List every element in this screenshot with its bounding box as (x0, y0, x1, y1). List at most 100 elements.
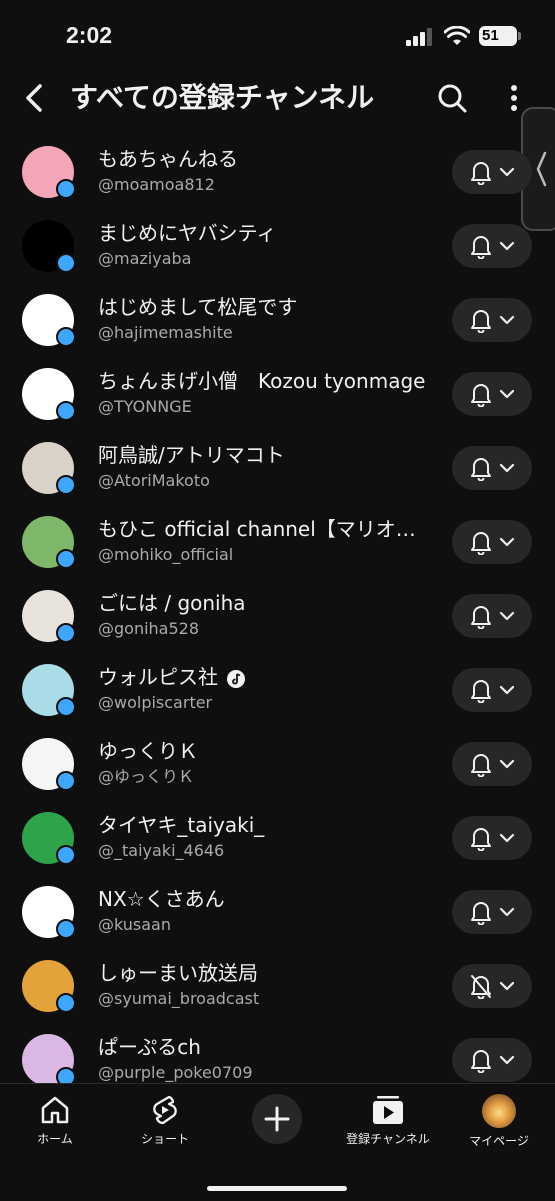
notification-bell-button[interactable] (452, 816, 532, 860)
bell-icon (471, 754, 491, 777)
channel-name: タイヤキ_taiyaki_ (98, 812, 428, 838)
nav-shorts[interactable]: ショート (115, 1094, 215, 1147)
bell-icon (471, 458, 491, 481)
channel-name-text: NX☆くさあん (98, 887, 225, 911)
new-content-badge (56, 179, 76, 199)
notification-bell-button[interactable] (452, 298, 532, 342)
channel-row[interactable]: ちょんまげ小僧 Kozou tyonmage @TYONNGE (0, 356, 555, 430)
chevron-down-icon (499, 537, 515, 547)
channel-name: ちょんまげ小僧 Kozou tyonmage (98, 368, 428, 394)
channel-handle: @goniha528 (98, 619, 200, 638)
nav-mypage-label: マイページ (469, 1134, 529, 1148)
more-vertical-icon (511, 85, 517, 111)
bell-icon (471, 532, 491, 555)
channel-name-text: ぱーぷるch (98, 1035, 201, 1059)
channel-list: もあちゃんねる @moamoa812 まじめにヤバシティ @maziyaba はじめまし… (0, 134, 555, 1096)
channel-handle: @maziyaba (98, 249, 192, 268)
channel-row[interactable]: ゆっくりＫ @ゆっくりＫ (0, 726, 555, 800)
bell-icon (471, 680, 491, 703)
chevron-down-icon (499, 389, 515, 399)
channel-row[interactable]: ウォルピス社 @wolpiscarter (0, 652, 555, 726)
notification-bell-button[interactable] (452, 668, 532, 712)
channel-name-text: もひこ official channel【マリオメーカー】 (98, 517, 428, 541)
channel-name-text: しゅーまい放送局 (98, 961, 258, 985)
channel-name: もあちゃんねる (98, 146, 428, 172)
channel-name: しゅーまい放送局 (98, 960, 428, 986)
notification-bell-button[interactable] (452, 520, 532, 564)
wifi-icon (444, 26, 470, 45)
new-content-badge (56, 697, 76, 717)
channel-row[interactable]: NX☆くさあん @kusaan (0, 874, 555, 948)
notification-bell-button[interactable] (452, 890, 532, 934)
notification-bell-button[interactable] (452, 150, 532, 194)
chevron-down-icon (499, 167, 515, 177)
channel-name-text: ウォルピス社 (98, 665, 218, 689)
channel-row[interactable]: はじめまして松尾です @hajimemashite (0, 282, 555, 356)
channel-name: はじめまして松尾です (98, 294, 428, 320)
nav-subscriptions[interactable]: 登録チャンネル (338, 1094, 438, 1147)
new-content-badge (56, 327, 76, 347)
channel-name-text: ちょんまげ小僧 Kozou tyonmage (98, 369, 426, 393)
chevron-down-icon (499, 463, 515, 473)
notification-bell-button[interactable] (452, 964, 532, 1008)
bell-icon (471, 162, 491, 185)
new-content-badge (56, 253, 76, 273)
top-app-bar: すべての登録チャンネル (0, 74, 555, 120)
chevron-down-icon (499, 315, 515, 325)
notification-bell-button[interactable] (452, 594, 532, 638)
notification-bell-button[interactable] (452, 446, 532, 490)
channel-row[interactable]: 阿鳥誠/アトリマコト @AtoriMakoto (0, 430, 555, 504)
channel-name-text: はじめまして松尾です (98, 295, 298, 319)
home-indicator (207, 1186, 347, 1191)
create-button[interactable] (252, 1094, 302, 1144)
subscriptions-icon (373, 1096, 403, 1124)
bell-icon (471, 236, 491, 259)
channel-row[interactable]: ごには / goniha @goniha528 (0, 578, 555, 652)
nav-mypage[interactable]: マイページ (449, 1094, 549, 1149)
chevron-down-icon (499, 907, 515, 917)
channel-handle: @wolpiscarter (98, 693, 213, 712)
bell-icon (471, 1050, 491, 1073)
channel-handle: @ゆっくりＫ (98, 767, 195, 786)
new-content-badge (56, 919, 76, 939)
new-content-badge (56, 993, 76, 1013)
notification-bell-button[interactable] (452, 742, 532, 786)
bell-icon (471, 606, 491, 629)
channel-name: まじめにヤバシティ (98, 220, 428, 246)
new-content-badge (56, 771, 76, 791)
channel-name-text: まじめにヤバシティ (98, 221, 277, 245)
channel-row[interactable]: もあちゃんねる @moamoa812 (0, 134, 555, 208)
channel-handle: @syumai_broadcast (98, 989, 260, 1008)
nav-subscriptions-label: 登録チャンネル (346, 1132, 430, 1146)
channel-name: もひこ official channel【マリオメーカー】 (98, 516, 428, 542)
channel-name: ぱーぷるch (98, 1034, 428, 1060)
channel-row[interactable]: タイヤキ_taiyaki_ @_taiyaki_4646 (0, 800, 555, 874)
channel-name-text: ゆっくりＫ (98, 739, 198, 763)
channel-handle: @TYONNGE (98, 397, 192, 416)
page-title: すべての登録チャンネル (70, 81, 375, 114)
channel-handle: @moamoa812 (98, 175, 215, 194)
bottom-navigation: ホーム ショート 登録チャンネル マイページ (0, 1083, 555, 1201)
channel-name: ごには / goniha (98, 590, 428, 616)
new-content-badge (56, 401, 76, 421)
channel-name: 阿鳥誠/アトリマコト (98, 442, 428, 468)
search-button[interactable] (432, 78, 472, 118)
nav-home-label: ホーム (37, 1132, 73, 1146)
nav-home[interactable]: ホーム (5, 1094, 105, 1147)
channel-row[interactable]: まじめにヤバシティ @maziyaba (0, 208, 555, 282)
channel-name-text: 阿鳥誠/アトリマコト (98, 443, 285, 467)
channel-row[interactable]: しゅーまい放送局 @syumai_broadcast (0, 948, 555, 1022)
notification-bell-button[interactable] (452, 1038, 532, 1082)
status-bar: 2:02 51 (0, 0, 555, 74)
bell-icon (471, 902, 491, 925)
back-button[interactable] (16, 78, 52, 118)
chevron-down-icon (499, 685, 515, 695)
new-content-badge (56, 549, 76, 569)
battery-level: 51 (482, 27, 499, 44)
channel-row[interactable]: もひこ official channel【マリオメーカー】 @mohiko_off… (0, 504, 555, 578)
profile-avatar (482, 1094, 516, 1128)
notification-bell-button[interactable] (452, 372, 532, 416)
nav-shorts-label: ショート (140, 1132, 189, 1146)
bell-icon (471, 310, 491, 333)
notification-bell-button[interactable] (452, 224, 532, 268)
